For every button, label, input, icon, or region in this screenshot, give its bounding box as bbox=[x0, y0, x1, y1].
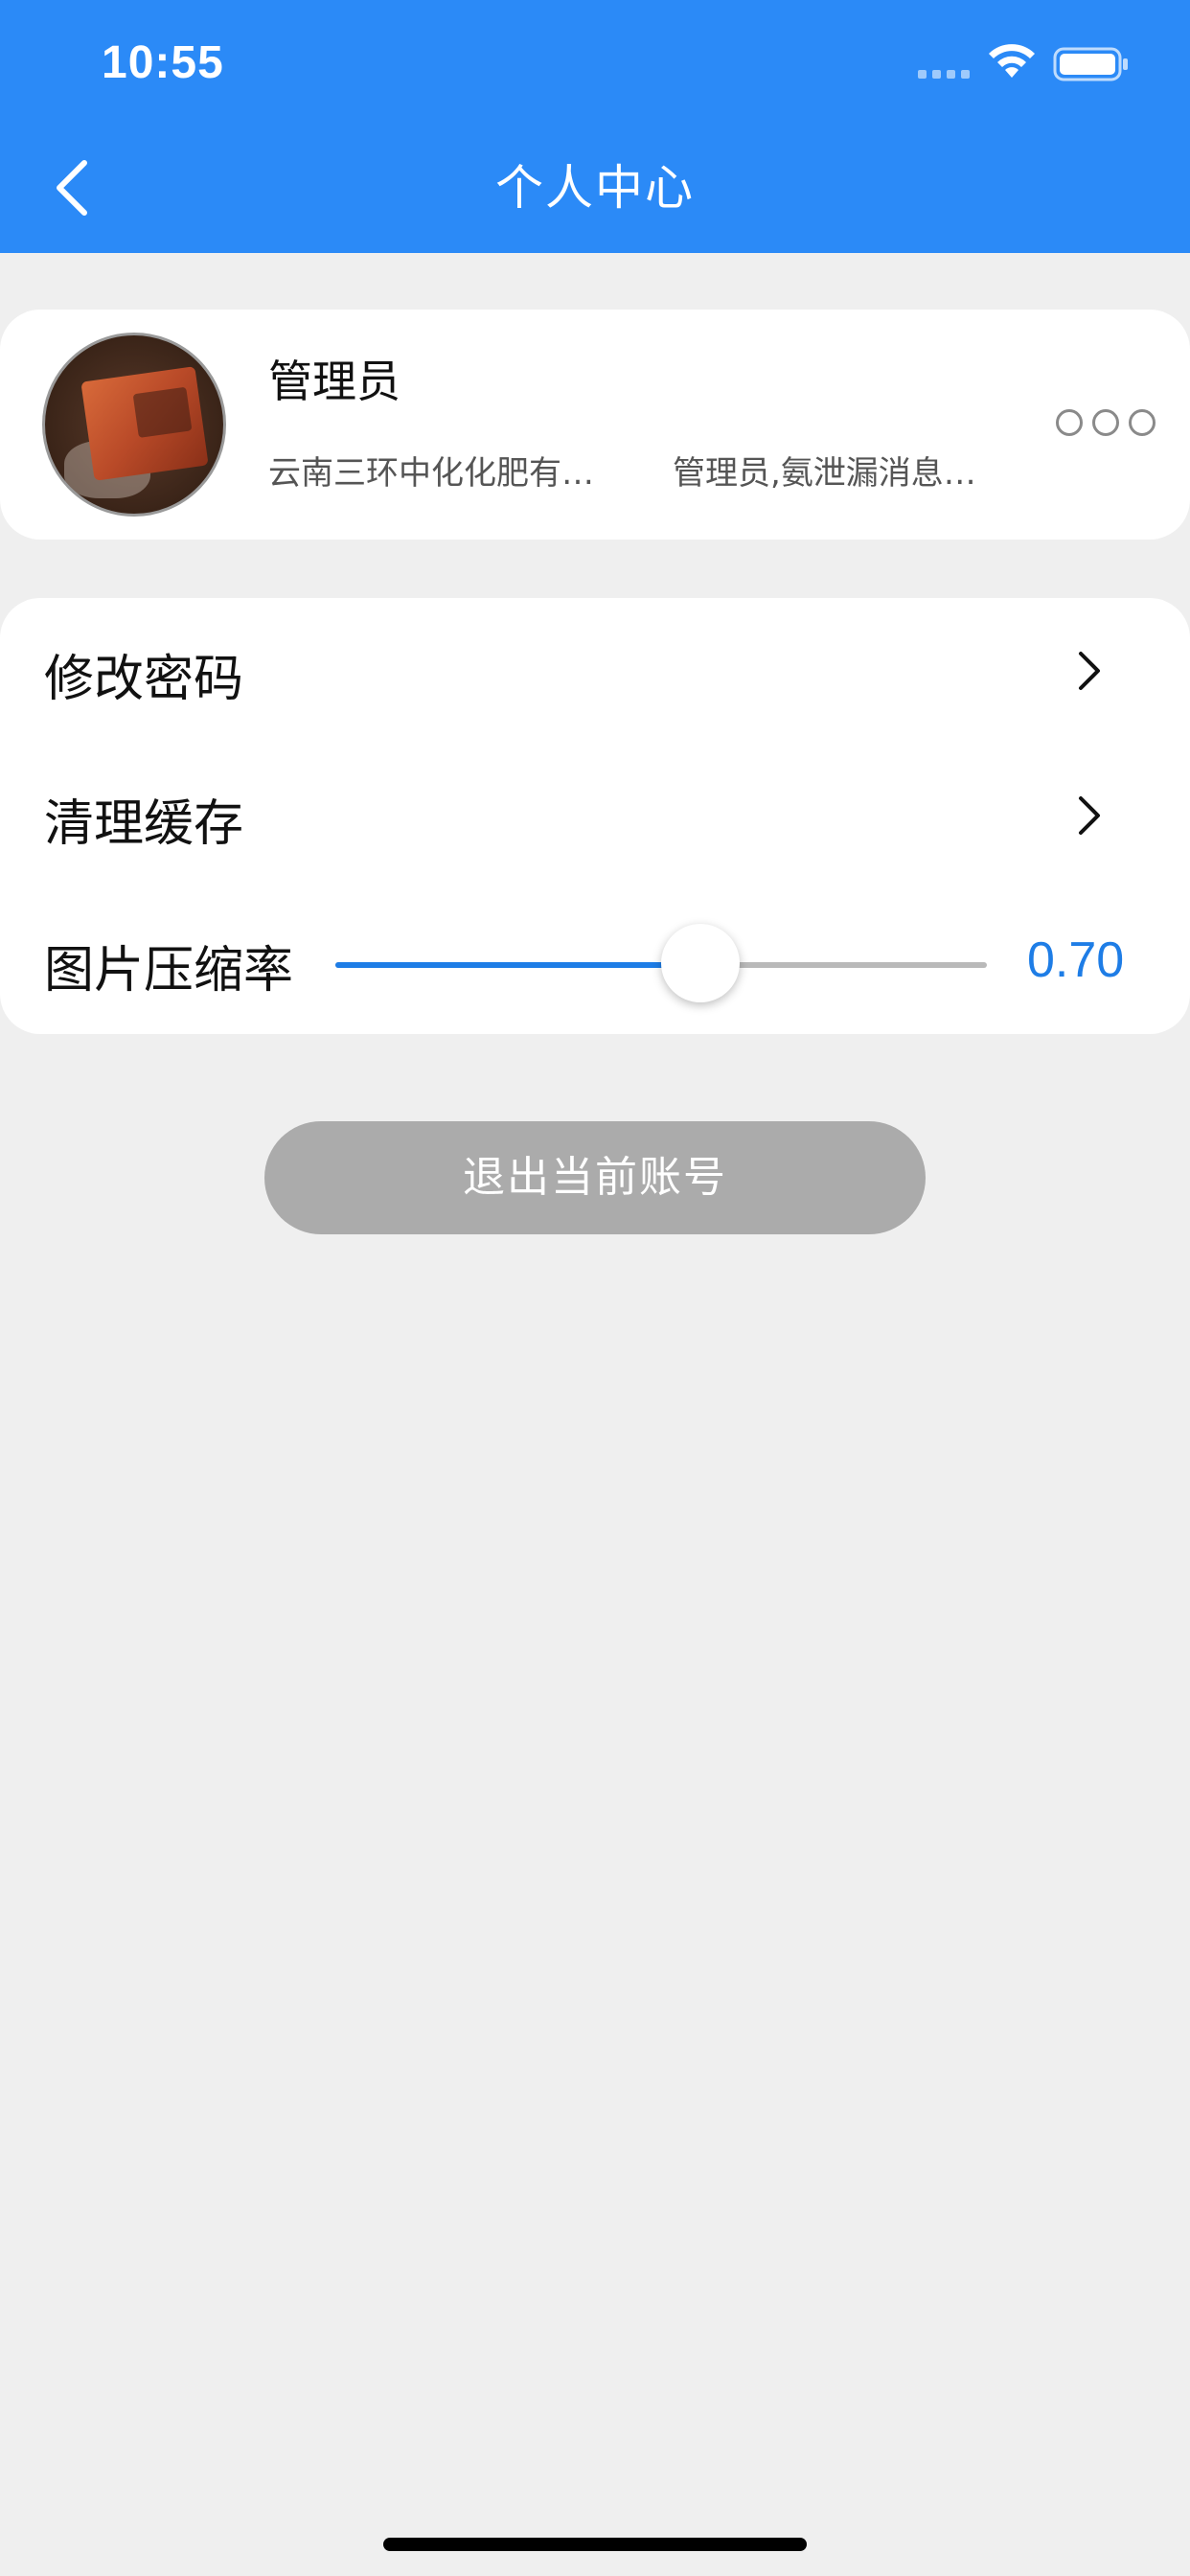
profile-name: 管理员 bbox=[268, 356, 400, 407]
wifi-icon bbox=[989, 44, 1035, 78]
profile-organization: 云南三环中化化肥有… bbox=[268, 454, 594, 493]
compression-value: 0.70 bbox=[1027, 932, 1125, 988]
page-title: 个人中心 bbox=[495, 160, 695, 216]
signal-icon bbox=[918, 70, 970, 79]
profile-roles: 管理员,氨泄漏消息… bbox=[673, 454, 976, 493]
change-password-label: 修改密码 bbox=[44, 651, 244, 708]
clear-cache-label: 清理缓存 bbox=[44, 795, 244, 853]
chevron-right-icon bbox=[1079, 796, 1100, 835]
header: 10:55 个人中心 bbox=[0, 0, 1190, 253]
logout-button[interactable]: 退出当前账号 bbox=[264, 1121, 926, 1234]
more-dots-icon[interactable] bbox=[1056, 409, 1156, 436]
profile-card[interactable] bbox=[0, 310, 1190, 540]
compression-slider-thumb[interactable] bbox=[660, 924, 740, 1002]
avatar[interactable] bbox=[42, 333, 226, 517]
compression-slider-fill bbox=[335, 962, 700, 968]
battery-icon bbox=[1053, 47, 1128, 81]
chevron-right-icon bbox=[1079, 652, 1100, 690]
compression-label: 图片压缩率 bbox=[44, 942, 294, 1000]
home-indicator bbox=[383, 2538, 807, 2551]
status-time: 10:55 bbox=[102, 37, 224, 88]
